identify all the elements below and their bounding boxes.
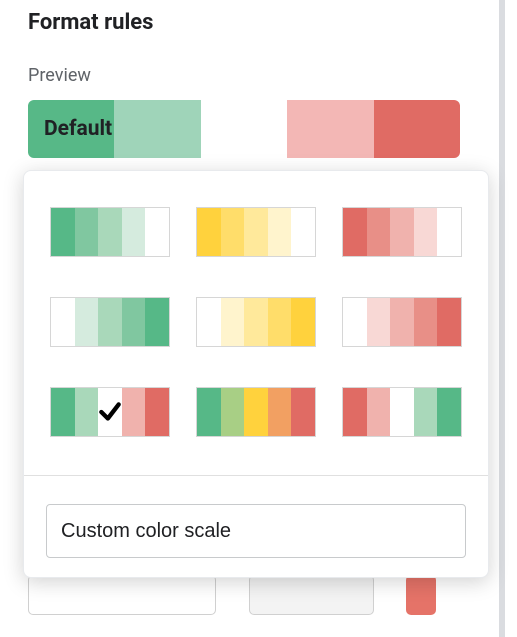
preset-1-seg-3 xyxy=(268,208,292,256)
preview-bar: Default xyxy=(28,100,460,158)
preset-8-seg-4 xyxy=(437,388,461,436)
preset-3-seg-2 xyxy=(98,298,122,346)
preset-1-seg-1 xyxy=(221,208,245,256)
preset-2-seg-4 xyxy=(437,208,461,256)
preset-5-seg-1 xyxy=(367,298,391,346)
preview-text: Default xyxy=(44,117,112,141)
preset-7-seg-2 xyxy=(244,388,268,436)
preview-seg-1 xyxy=(114,100,200,158)
preset-swatch-2[interactable] xyxy=(342,207,462,257)
preset-6-seg-3 xyxy=(122,388,146,436)
preset-7-seg-4 xyxy=(291,388,315,436)
preset-2-seg-0 xyxy=(343,208,367,256)
preset-3-seg-0 xyxy=(51,298,75,346)
format-rules-panel: Format rules Preview Default xyxy=(0,0,505,637)
preset-swatch-7[interactable] xyxy=(196,387,316,437)
preview-seg-4 xyxy=(374,100,460,158)
preset-1-seg-0 xyxy=(197,208,221,256)
preset-6-seg-4 xyxy=(145,388,169,436)
preset-swatch-5[interactable] xyxy=(342,297,462,347)
color-scale-popup xyxy=(23,170,489,578)
bg-box-b xyxy=(249,575,374,615)
preset-swatch-3[interactable] xyxy=(50,297,170,347)
preset-7-seg-0 xyxy=(197,388,221,436)
preset-swatch-6[interactable] xyxy=(50,387,170,437)
background-controls xyxy=(28,575,436,615)
bg-box-a xyxy=(28,575,216,615)
custom-color-scale-input[interactable] xyxy=(46,504,466,558)
preview-label: Preview xyxy=(28,65,499,86)
preset-5-seg-3 xyxy=(414,298,438,346)
preset-8-seg-0 xyxy=(343,388,367,436)
preset-3-seg-3 xyxy=(122,298,146,346)
preset-7-seg-3 xyxy=(268,388,292,436)
preset-swatch-1[interactable] xyxy=(196,207,316,257)
preset-swatch-0[interactable] xyxy=(50,207,170,257)
preset-6-seg-1 xyxy=(75,388,99,436)
preset-4-seg-0 xyxy=(197,298,221,346)
preset-grid xyxy=(24,207,488,437)
preset-0-seg-2 xyxy=(98,208,122,256)
preset-1-seg-2 xyxy=(244,208,268,256)
preset-5-seg-0 xyxy=(343,298,367,346)
preset-3-seg-1 xyxy=(75,298,99,346)
preset-8-seg-1 xyxy=(367,388,391,436)
preset-8-seg-3 xyxy=(414,388,438,436)
preview-seg-2 xyxy=(201,100,287,158)
preset-8-seg-2 xyxy=(390,388,414,436)
preset-4-seg-2 xyxy=(244,298,268,346)
preset-swatch-4[interactable] xyxy=(196,297,316,347)
preset-4-seg-1 xyxy=(221,298,245,346)
preset-swatch-8[interactable] xyxy=(342,387,462,437)
preset-6-seg-0 xyxy=(51,388,75,436)
preset-7-seg-1 xyxy=(221,388,245,436)
preset-0-seg-1 xyxy=(75,208,99,256)
preset-0-seg-0 xyxy=(51,208,75,256)
preset-4-seg-4 xyxy=(291,298,315,346)
preset-3-seg-4 xyxy=(145,298,169,346)
preset-5-seg-4 xyxy=(437,298,461,346)
preset-6-seg-2 xyxy=(98,388,122,436)
preset-1-seg-4 xyxy=(291,208,315,256)
preset-5-seg-2 xyxy=(390,298,414,346)
preset-2-seg-3 xyxy=(414,208,438,256)
preset-2-seg-2 xyxy=(390,208,414,256)
panel-title: Format rules xyxy=(28,10,499,35)
preset-0-seg-3 xyxy=(122,208,146,256)
preview-seg-3 xyxy=(287,100,373,158)
preset-2-seg-1 xyxy=(367,208,391,256)
preset-0-seg-4 xyxy=(145,208,169,256)
preset-4-seg-3 xyxy=(268,298,292,346)
bg-box-c xyxy=(406,575,436,615)
divider xyxy=(24,475,488,476)
